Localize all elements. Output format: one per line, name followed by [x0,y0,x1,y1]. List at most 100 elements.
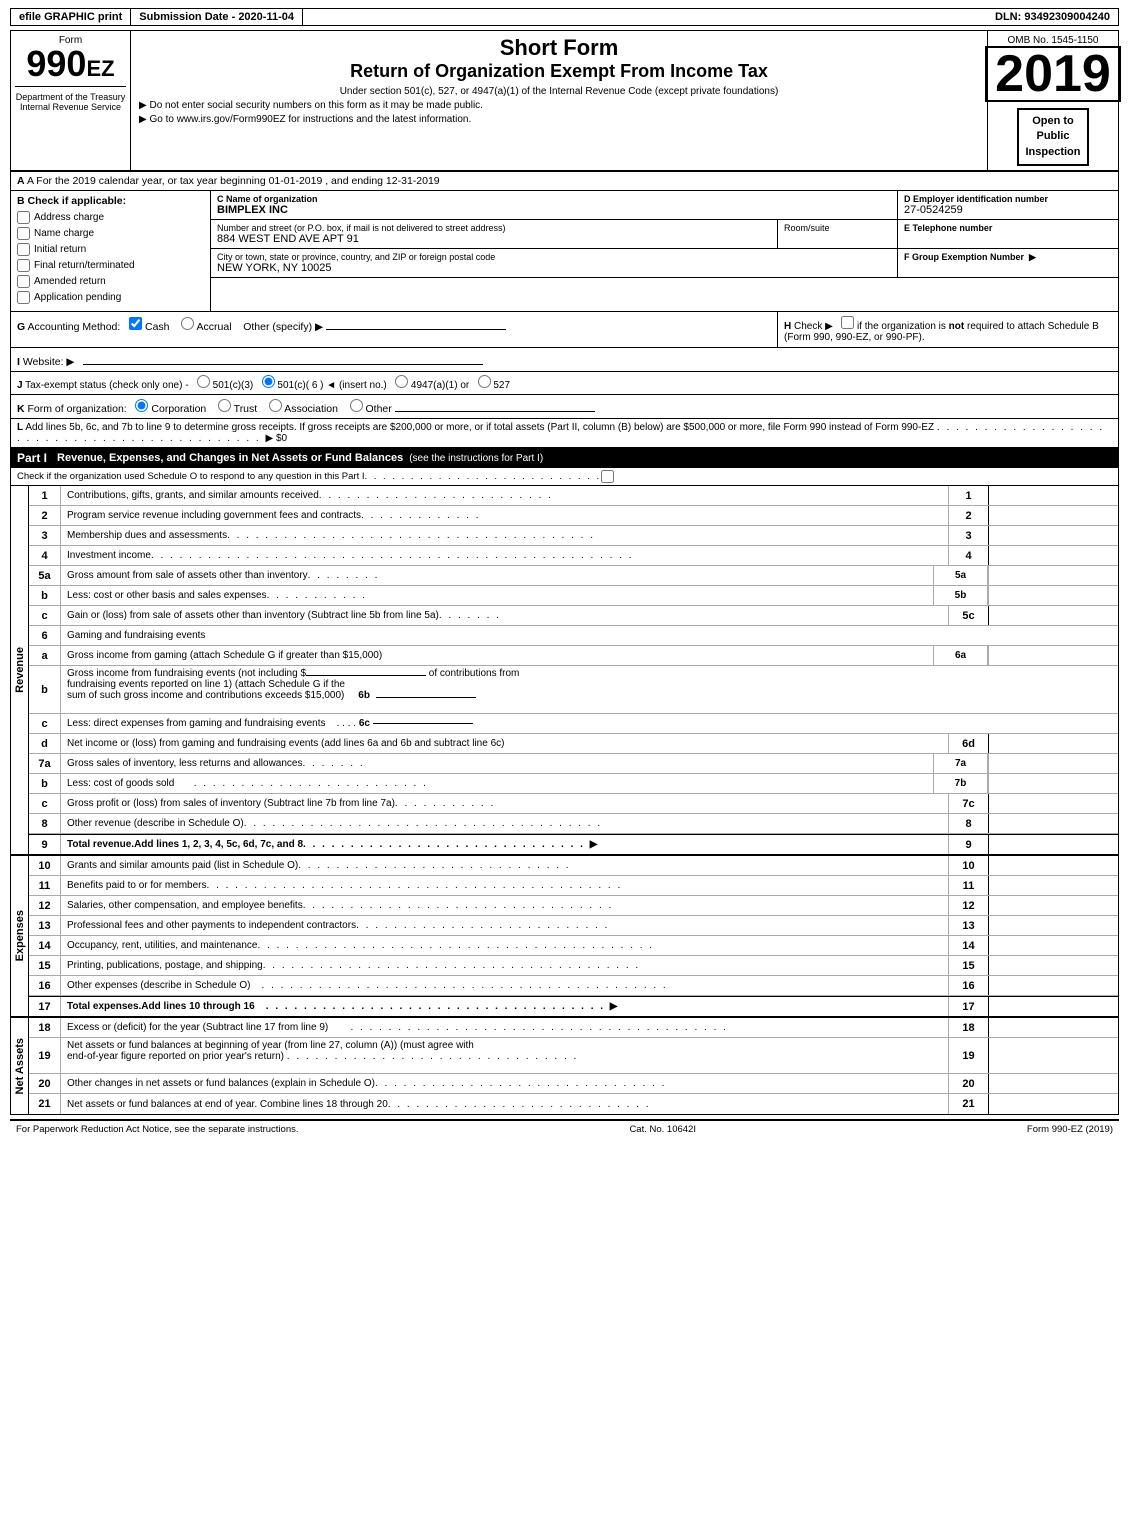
form-ez: EZ [86,56,114,82]
initial-return-checkbox[interactable] [17,243,30,256]
line-7a-num: 7a [29,754,61,773]
line-12-num: 12 [29,896,61,915]
city-row: City or town, state or province, country… [211,249,1118,278]
line-11-amount [988,876,1118,895]
final-return-checkbox[interactable] [17,259,30,272]
efile-label: efile GRAPHIC print [11,9,131,25]
h-checkbox[interactable] [841,316,854,329]
checkbox-name-change[interactable]: Name charge [17,227,204,240]
field-c-label: C Name of organization [217,194,891,204]
line-1-num: 1 [29,486,61,505]
j-501c6-label[interactable]: 501(c)( 6 ) ◄ (insert no.) [262,380,387,391]
j-4947-label[interactable]: 4947(a)(1) or [395,380,469,391]
line-3-desc: Membership dues and assessments . . . . … [61,526,948,545]
paperwork-notice: For Paperwork Reduction Act Notice, see … [16,1124,299,1135]
j-501c6-radio[interactable] [262,375,275,388]
address-change-label: Address charge [34,212,104,223]
line-21-desc: Net assets or fund balances at end of ye… [61,1094,948,1114]
k-assoc-radio[interactable] [269,399,282,412]
expenses-side-label: Expenses [14,910,26,961]
year-col: OMB No. 1545-1150 2019 Open toPublicInsp… [988,31,1118,170]
line-2-ref: 2 [948,506,988,525]
line-17-amount [988,997,1118,1016]
line-15-amount [988,956,1118,975]
revenue-wrapper: Revenue 1 Contributions, gifts, grants, … [11,486,1118,854]
line-20-num: 20 [29,1074,61,1093]
under-section: Under section 501(c), 527, or 4947(a)(1)… [139,86,979,97]
line-19-amount [988,1038,1118,1073]
checkbox-address-change[interactable]: Address charge [17,211,204,224]
expenses-wrapper: Expenses 10 Grants and similar amounts p… [11,854,1118,1016]
line-16-ref: 16 [948,976,988,995]
line-5c-amount [988,606,1118,625]
line-1-ref: 1 [948,486,988,505]
line-5b-desc: Less: cost or other basis and sales expe… [61,586,933,605]
checkbox-final-return[interactable]: Final return/terminated [17,259,204,272]
k-other-radio[interactable] [350,399,363,412]
line-3-amount [988,526,1118,545]
checkbox-initial-return[interactable]: Initial return [17,243,204,256]
application-pending-checkbox[interactable] [17,291,30,304]
part-i-header: Part I Revenue, Expenses, and Changes in… [11,448,1118,468]
line-14-row: 14 Occupancy, rent, utilities, and maint… [29,936,1118,956]
line-11-ref: 11 [948,876,988,895]
schedule-o-checkbox[interactable] [601,470,614,483]
j-4947-radio[interactable] [395,375,408,388]
h-checkbox-label[interactable] [841,321,854,332]
do-not-enter: ▶ Do not enter social security numbers o… [139,100,979,125]
org-name-value: BIMPLEX INC [217,204,891,216]
line-11-num: 11 [29,876,61,895]
line-13-desc: Professional fees and other payments to … [61,916,948,935]
line-13-row: 13 Professional fees and other payments … [29,916,1118,936]
expenses-side-label-col: Expenses [11,856,29,1016]
line-6d-amount [988,734,1118,753]
k-trust-label[interactable]: Trust [218,403,257,415]
accrual-radio[interactable]: Accrual [181,321,231,333]
amended-return-checkbox[interactable] [17,275,30,288]
dln-text: DLN: 93492309004240 [995,11,1110,23]
short-form-title: Short Form [139,35,979,61]
application-pending-label: Application pending [34,292,121,303]
j-527-radio[interactable] [478,375,491,388]
k-corp-radio[interactable] [135,399,148,412]
line-21-num: 21 [29,1094,61,1114]
field-city: City or town, state or province, country… [211,249,898,277]
k-trust-radio[interactable] [218,399,231,412]
treasury-label: Department of the TreasuryInternal Reven… [16,90,126,112]
line-12-desc: Salaries, other compensation, and employ… [61,896,948,915]
h-text: if the organization is not required to a… [784,321,1099,343]
j-527-label[interactable]: 527 [478,380,510,391]
section-b-wrapper: B Check if applicable: Address charge Na… [11,191,1118,312]
line-6b-num: b [29,666,61,713]
line-5c-desc: Gain or (loss) from sale of assets other… [61,606,948,625]
line-3-ref: 3 [948,526,988,545]
line-13-num: 13 [29,916,61,935]
line-7c-num: c [29,794,61,813]
k-assoc-label[interactable]: Association [269,403,338,415]
line-5b-row: b Less: cost or other basis and sales ex… [29,586,1118,606]
field-e-label: E Telephone number [904,223,1112,233]
k-corp-label[interactable]: Corporation [135,403,206,415]
cash-checkbox[interactable] [129,317,142,330]
line-5c-row: c Gain or (loss) from sale of assets oth… [29,606,1118,626]
line-6b-row: b Gross income from fundraising events (… [29,666,1118,714]
cash-radio[interactable]: Cash [129,321,169,333]
section-cdef: C Name of organization BIMPLEX INC D Emp… [211,191,1118,311]
net-assets-side-label: Net Assets [14,1038,26,1094]
line-10-amount [988,856,1118,875]
line-9-row: 9 Total revenue. Add lines 1, 2, 3, 4, 5… [29,834,1118,854]
j-501c3-label[interactable]: 501(c)(3) [197,380,253,391]
line-8-desc: Other revenue (describe in Schedule O) .… [61,814,948,833]
address-row: Number and street (or P.O. box, if mail … [211,220,1118,249]
k-other-label[interactable]: Other [350,403,392,415]
line-7c-row: c Gross profit or (loss) from sales of i… [29,794,1118,814]
checkbox-amended-return[interactable]: Amended return [17,275,204,288]
accrual-radio-input[interactable] [181,317,194,330]
j-501c3-radio[interactable] [197,375,210,388]
name-change-label: Name charge [34,228,94,239]
name-change-checkbox[interactable] [17,227,30,240]
k-other-field [395,398,595,412]
address-change-checkbox[interactable] [17,211,30,224]
line-18-row: 18 Excess or (deficit) for the year (Sub… [29,1018,1118,1038]
checkbox-application-pending[interactable]: Application pending [17,291,204,304]
